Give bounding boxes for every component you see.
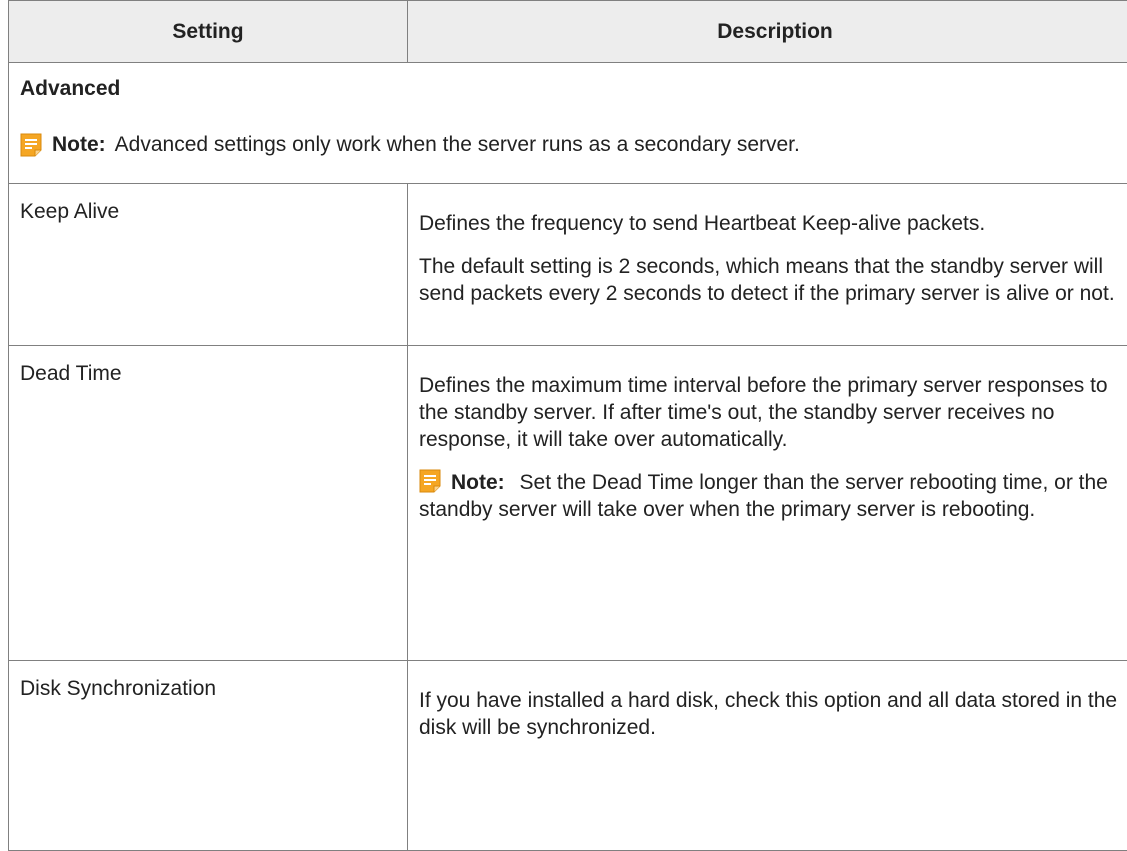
table-row: Disk Synchronization If you have install…: [9, 661, 1127, 851]
note-label: Note:: [52, 132, 106, 158]
setting-name-dead-time: Dead Time: [9, 346, 408, 661]
setting-name-keep-alive: Keep Alive: [9, 184, 408, 346]
column-header-setting: Setting: [9, 1, 408, 63]
header-row: Setting Description: [9, 1, 1127, 63]
description-paragraph: If you have installed a hard disk, check…: [419, 687, 1127, 741]
setting-name-disk-synchronization: Disk Synchronization: [9, 661, 408, 851]
table-row: Dead Time Defines the maximum time inter…: [9, 346, 1127, 661]
section-note: Note: Advanced settings only work when t…: [20, 132, 1127, 158]
note-icon: [419, 469, 441, 493]
dead-time-note: Note: Set the Dead Time longer than the …: [419, 469, 1127, 523]
setting-description: Defines the frequency to send Heartbeat …: [408, 184, 1127, 346]
description-paragraph: The default setting is 2 seconds, which …: [419, 253, 1127, 307]
note-icon: [20, 133, 42, 157]
table-header: Setting Description: [9, 1, 1127, 63]
note-label: Note:: [451, 471, 505, 494]
setting-description: If you have installed a hard disk, check…: [408, 661, 1127, 851]
setting-description: Defines the maximum time interval before…: [408, 346, 1127, 661]
column-header-description: Description: [408, 1, 1127, 63]
table-row: Keep Alive Defines the frequency to send…: [9, 184, 1127, 346]
description-paragraph: Defines the maximum time interval before…: [419, 372, 1127, 453]
section-cell: Advanced Note: Advanced settings only wo…: [9, 63, 1127, 184]
settings-table: Setting Description Advanced: [8, 0, 1127, 851]
section-row-advanced: Advanced Note: Advanced settings only wo…: [9, 63, 1127, 184]
description-paragraph: Defines the frequency to send Heartbeat …: [419, 210, 1127, 237]
note-text: Set the Dead Time longer than the server…: [419, 471, 1108, 521]
note-text: Advanced settings only work when the ser…: [115, 132, 800, 158]
section-title: Advanced: [20, 76, 1127, 102]
